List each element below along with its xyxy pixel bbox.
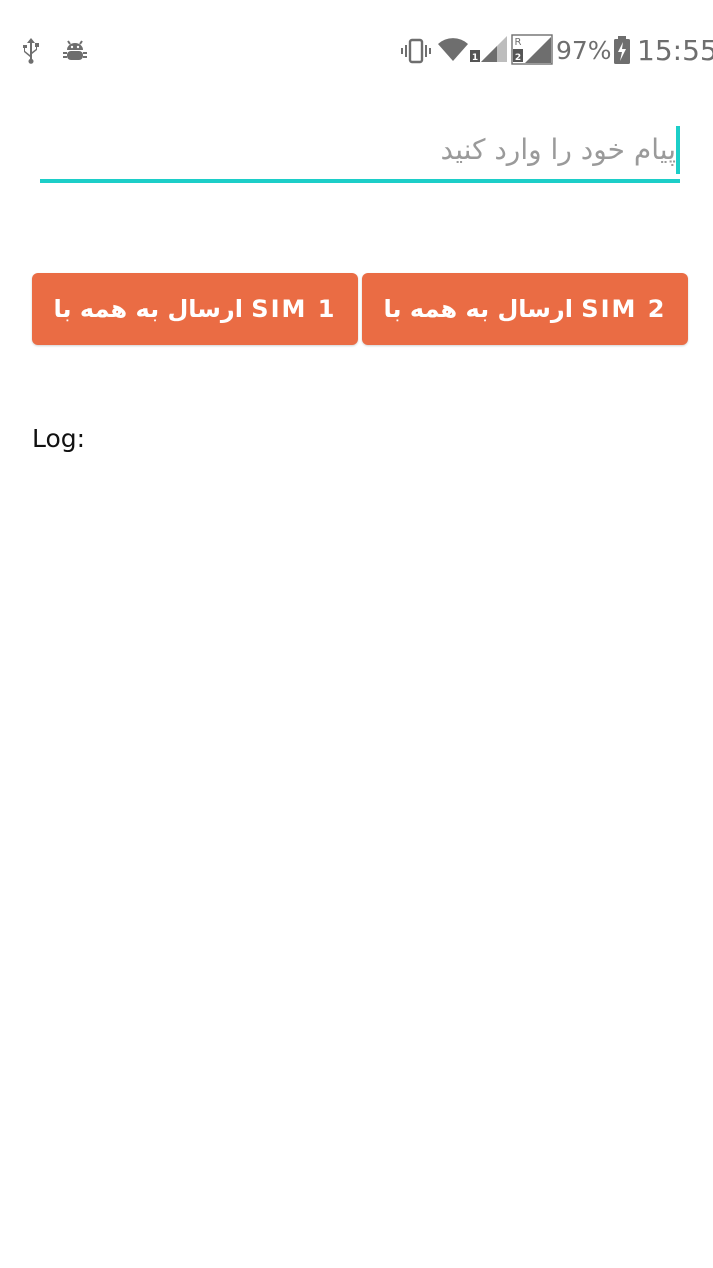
message-input[interactable] <box>40 120 680 178</box>
roaming-badge: R <box>515 37 522 48</box>
text-cursor <box>676 126 680 174</box>
signal-sim1-icon: 1 <box>470 36 507 63</box>
sim1-badge: 1 <box>472 53 478 63</box>
vibrate-icon <box>401 38 431 64</box>
log-label: Log: <box>32 424 86 453</box>
message-field-underline <box>40 179 680 183</box>
send-all-sim1-button[interactable]: ارسال به همه با SIM 1 <box>32 273 358 345</box>
wifi-icon <box>438 38 468 61</box>
send-all-sim2-label: ارسال به همه با SIM 2 <box>383 295 667 323</box>
battery-percent: 97% <box>556 36 612 65</box>
status-bar: 1 R 2 97% 15:55 <box>0 0 713 100</box>
android-debug-icon <box>63 40 87 60</box>
battery-charging-icon <box>614 36 630 64</box>
send-all-sim2-button[interactable]: ارسال به همه با SIM 2 <box>362 273 688 345</box>
signal-sim2-icon: R 2 <box>511 34 553 65</box>
send-all-sim1-label: ارسال به همه با SIM 1 <box>53 295 337 323</box>
sim2-badge: 2 <box>515 53 521 63</box>
message-field[interactable] <box>40 120 680 184</box>
clock: 15:55 <box>637 34 713 67</box>
usb-icon <box>23 38 39 64</box>
